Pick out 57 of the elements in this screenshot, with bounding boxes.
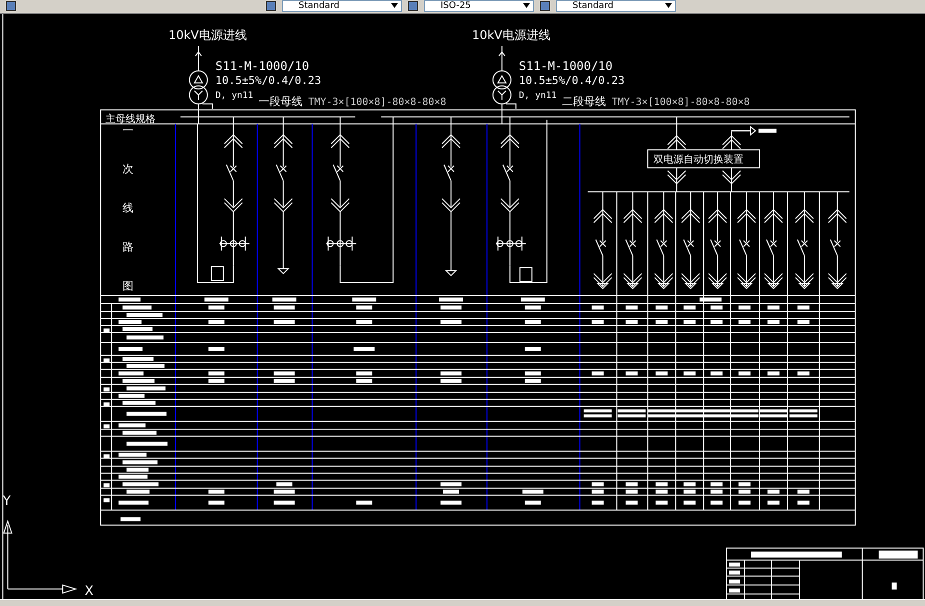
caret-icon: [522, 3, 530, 10]
busbar-label: 二段母线: [562, 94, 606, 108]
illegible-text-mark: [758, 128, 776, 133]
vector-group: D, yn11: [215, 90, 254, 101]
illegible-text-mark: [118, 346, 143, 351]
illegible-text-mark: [126, 335, 164, 340]
caret-icon: [664, 3, 672, 10]
y-axis-label: Y: [2, 494, 11, 510]
illegible-text-mark: [524, 500, 541, 505]
illegible-text-drawing: [584, 409, 612, 418]
illegible-text-mark: [626, 500, 638, 505]
style-dropdown[interactable]: ISO-25: [424, 0, 534, 12]
transformer-model: S11-M-1000/10: [215, 58, 310, 73]
illegible-text-mark: [768, 500, 780, 505]
busbar-spec: TMY-3×[100×8]-80×8-80×8: [612, 96, 750, 108]
style-icon[interactable]: [540, 1, 550, 12]
illegible-text-mark: [684, 500, 696, 505]
x-axis-label: X: [84, 584, 94, 600]
illegible-text-mark: [354, 346, 375, 351]
table-header: 主母线规格: [106, 114, 156, 125]
ats-label: 双电源自动切换装置: [654, 154, 744, 166]
row-title-char: 次: [122, 162, 134, 176]
illegible-text-mark: [126, 442, 168, 446]
illegible-text-mark: [524, 346, 541, 351]
illegible-text-mark: [440, 500, 462, 505]
illegible-text-mark: [710, 500, 723, 505]
illegible-text-mark: [120, 517, 141, 522]
row-title-char: 图: [122, 280, 134, 293]
busbar-spec: TMY-3×[100×8]-80×8-80×8: [308, 96, 446, 108]
illegible-text-mark: [656, 500, 668, 505]
meter-drawing: [519, 267, 532, 282]
illegible-text-mark: [797, 500, 810, 505]
caret-icon: [390, 3, 398, 10]
vector-group: D, yn11: [518, 90, 557, 101]
illegible-text-mark: [126, 412, 166, 416]
feeder-title: 10kV电源进线: [472, 28, 550, 42]
illegible-text-mark: [274, 500, 295, 505]
transformer-model: S11-M-1000/10: [518, 58, 613, 73]
row-title-char: 线: [122, 202, 134, 215]
style-dropdown[interactable]: Standard: [556, 0, 676, 12]
style-dropdown[interactable]: Standard: [282, 0, 402, 12]
voltage-ratio: 10.5±5%/0.4/0.23: [215, 74, 322, 87]
voltage-ratio: 10.5±5%/0.4/0.23: [518, 74, 625, 87]
illegible-text-mark: [738, 500, 751, 505]
row-title-char: 路: [122, 240, 134, 254]
style-icon[interactable]: [408, 1, 418, 12]
illegible-text-mark: [356, 500, 372, 505]
feeder-title: 10kV电源进线: [168, 28, 247, 42]
style-icon[interactable]: [266, 1, 276, 12]
illegible-text-mark: [118, 500, 149, 505]
meter-drawing: [210, 266, 224, 282]
row-title-char: 一: [122, 124, 134, 137]
illegible-text-mark: [208, 500, 224, 505]
illegible-text-mark: [208, 346, 224, 351]
layer-icon[interactable]: [6, 1, 16, 12]
illegible-text-mark: [592, 500, 604, 505]
busbar-label: 一段母线: [258, 94, 302, 108]
